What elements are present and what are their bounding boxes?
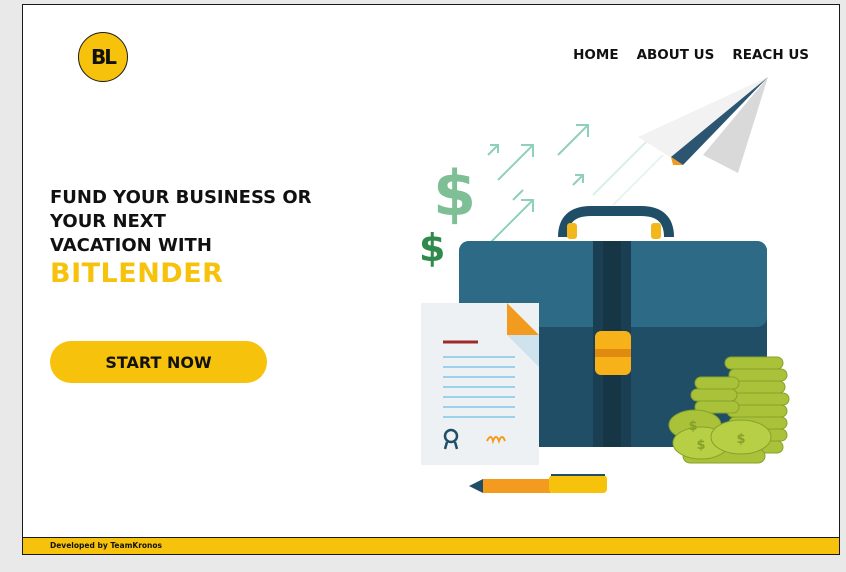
footer-credit: Developed by TeamKronos (50, 541, 163, 550)
paper-plane-icon (638, 77, 768, 173)
headline-line-3: VACATION WITH (50, 235, 212, 256)
landing-page: BL HOME ABOUT US REACH US FUND YOUR BUSI… (22, 4, 840, 555)
document-icon (421, 303, 539, 465)
dollar-large-icon: $ (433, 157, 476, 230)
headline-line-1: FUND YOUR BUSINESS OR (50, 187, 312, 208)
brand-logo[interactable]: BL (78, 32, 128, 82)
pen-icon (469, 474, 607, 493)
logo-text: BL (91, 45, 117, 69)
hero-headline: FUND YOUR BUSINESS OR YOUR NEXT VACATION… (50, 186, 312, 258)
nav-reach-link[interactable]: REACH US (732, 47, 809, 63)
nav-about-link[interactable]: ABOUT US (637, 47, 715, 63)
page-footer: Developed by TeamKronos (23, 537, 839, 554)
dollar-small-icon: $ (419, 226, 445, 270)
finance-illustration: $ $ $ $ $ (419, 77, 790, 493)
start-now-button[interactable]: START NOW (50, 341, 267, 383)
coin-dollar-icon: $ (688, 419, 697, 434)
headline-line-2: YOUR NEXT (50, 211, 166, 232)
top-nav: HOME ABOUT US REACH US (573, 47, 809, 63)
coin-dollar-icon: $ (736, 432, 745, 447)
hero-brand-name: BITLENDER (50, 258, 224, 289)
nav-home-link[interactable]: HOME (573, 47, 618, 63)
coin-dollar-icon: $ (696, 438, 705, 453)
